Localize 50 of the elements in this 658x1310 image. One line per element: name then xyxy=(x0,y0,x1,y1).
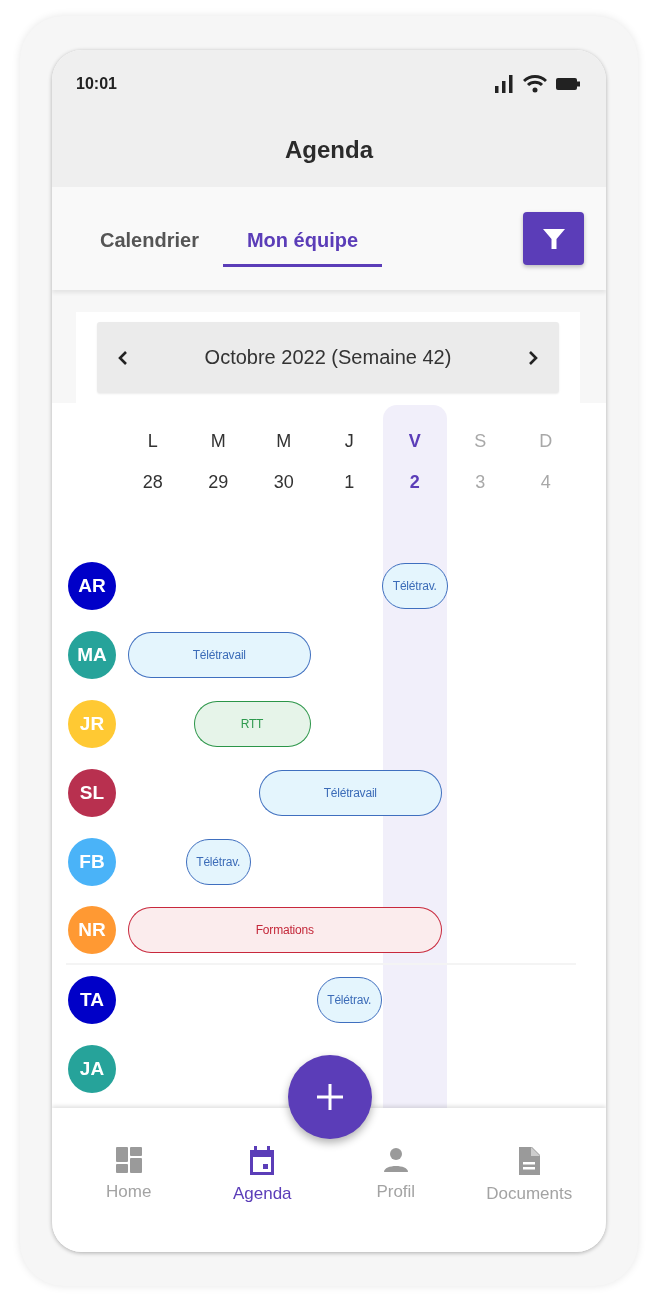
day-number: 29 xyxy=(208,472,229,494)
event-pill[interactable]: Télétravail xyxy=(259,769,442,816)
chevron-right-icon xyxy=(528,349,538,366)
wifi-icon xyxy=(523,75,547,93)
day-number: 4 xyxy=(540,472,551,494)
dashboard-icon xyxy=(114,1146,143,1174)
event-pill[interactable]: RTT xyxy=(193,700,311,747)
day-letter: L xyxy=(147,431,158,453)
event-pill[interactable]: Formations xyxy=(128,906,442,953)
status-time: 10:01 xyxy=(76,75,117,93)
day-number: 2 xyxy=(409,472,420,494)
chevron-left-icon xyxy=(118,349,128,366)
event-pill[interactable]: Télétravail xyxy=(128,631,311,678)
filter-icon xyxy=(541,226,566,251)
event-pill[interactable]: Télétrav. xyxy=(316,976,382,1023)
avatar: TA xyxy=(68,975,116,1024)
tab[interactable]: Calendrier xyxy=(84,216,215,267)
nav-item[interactable]: Home xyxy=(62,1108,196,1202)
document-icon xyxy=(517,1146,542,1176)
day-letter: D xyxy=(539,431,553,453)
day-letter: J xyxy=(344,431,354,453)
event-pill[interactable]: Télétrav. xyxy=(185,838,251,885)
tab[interactable]: Mon équipe xyxy=(222,216,383,267)
event-pill[interactable]: Télétrav. xyxy=(382,562,448,609)
nav-item[interactable]: Documents xyxy=(462,1108,596,1204)
battery-icon xyxy=(556,78,580,90)
avatar: SL xyxy=(68,768,116,817)
avatar: JA xyxy=(68,1044,116,1093)
day-number: 30 xyxy=(273,472,294,494)
avatar: NR xyxy=(68,905,116,954)
filter-button[interactable] xyxy=(523,212,584,265)
avatar: MA xyxy=(68,630,116,679)
person-icon xyxy=(381,1146,410,1174)
plus-icon xyxy=(317,1084,343,1110)
avatar: JR xyxy=(68,699,116,748)
day-number: 28 xyxy=(142,472,163,494)
page-title: Agenda xyxy=(285,135,373,164)
day-letter: V xyxy=(408,431,421,453)
nav-item[interactable]: Profil xyxy=(329,1108,463,1202)
day-letter: S xyxy=(474,431,487,453)
day-number: 3 xyxy=(475,472,486,494)
day-number: 1 xyxy=(344,472,355,494)
nav-item[interactable]: Agenda xyxy=(195,1108,329,1204)
day-letter: M xyxy=(276,431,292,453)
day-letter: M xyxy=(210,431,226,453)
signal-icon xyxy=(494,75,514,93)
avatar: FB xyxy=(68,837,116,886)
calendar-icon xyxy=(248,1146,277,1176)
avatar: AR xyxy=(68,561,116,610)
week-label: Octobre 2022 (Semaine 42) xyxy=(204,346,452,369)
